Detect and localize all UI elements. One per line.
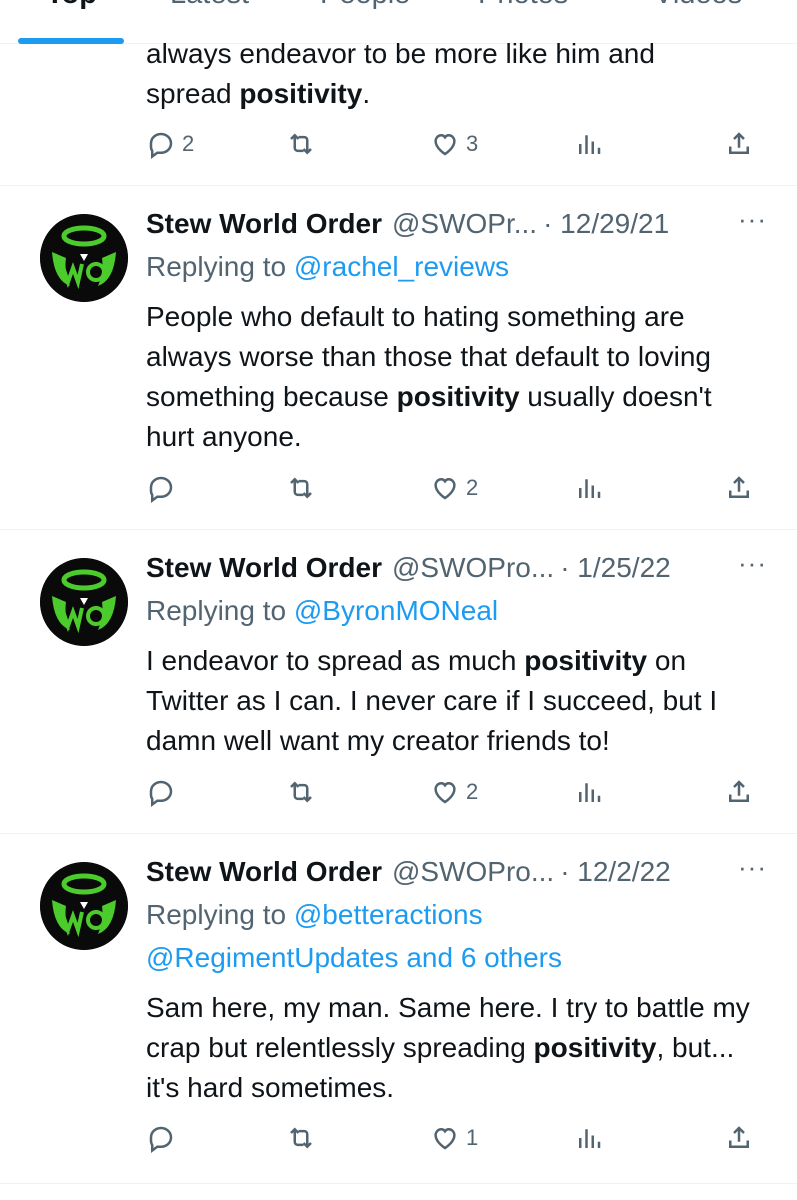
retweet-icon xyxy=(290,1127,312,1149)
retweet-button[interactable] xyxy=(286,1118,316,1158)
views-button[interactable] xyxy=(574,1118,604,1158)
reply-icon xyxy=(149,780,173,807)
swo-logo-icon xyxy=(40,214,128,302)
views-button[interactable] xyxy=(574,772,604,812)
retweet-button[interactable] xyxy=(286,124,316,164)
share-button[interactable] xyxy=(724,772,754,812)
more-options-button[interactable]: ··· xyxy=(738,204,767,235)
mention-link[interactable]: @rachel_reviews xyxy=(294,251,509,282)
tweet-actions: 2 3 xyxy=(146,124,758,164)
like-icon xyxy=(434,781,456,804)
replying-to: Replying to @ByronMONeal xyxy=(146,595,499,626)
share-icon xyxy=(729,780,749,802)
tab-videos[interactable]: Videos xyxy=(654,0,742,11)
mention-link-others[interactable]: @RegimentUpdates and 6 others xyxy=(146,942,562,973)
views-button[interactable] xyxy=(574,468,604,508)
retweet-icon xyxy=(290,133,312,155)
reply-button[interactable]: 2 xyxy=(146,124,194,164)
share-icon xyxy=(729,1126,749,1148)
display-name[interactable]: Stew World Order xyxy=(146,856,382,888)
retweet-icon xyxy=(290,781,312,803)
share-icon xyxy=(729,476,749,498)
views-button[interactable] xyxy=(574,124,604,164)
replying-to: Replying to @betteractions @RegimentUpda… xyxy=(146,899,562,973)
retweet-button[interactable] xyxy=(286,772,316,812)
display-name[interactable]: Stew World Order xyxy=(146,208,382,240)
avatar[interactable] xyxy=(40,862,128,950)
swo-logo-icon xyxy=(40,862,128,950)
share-button[interactable] xyxy=(724,124,754,164)
reply-button[interactable] xyxy=(146,468,182,508)
handle[interactable]: @SWOPro... xyxy=(392,552,554,584)
like-icon xyxy=(434,1127,456,1150)
share-icon xyxy=(729,132,749,154)
more-options-button[interactable]: ··· xyxy=(738,852,767,883)
tab-people[interactable]: People xyxy=(320,0,410,11)
like-button[interactable]: 2 xyxy=(430,468,478,508)
share-button[interactable] xyxy=(724,468,754,508)
avatar[interactable] xyxy=(40,558,128,646)
tweet-text: Sam here, my man. Same here. I try to ba… xyxy=(146,992,750,1103)
tweet-text: I endeavor to spread as much positivity … xyxy=(146,645,718,756)
reply-icon xyxy=(149,1126,173,1153)
mention-link[interactable]: @ByronMONeal xyxy=(294,595,498,626)
views-icon xyxy=(579,479,601,498)
tweet-date[interactable]: · 12/2/22 xyxy=(560,856,671,888)
like-button[interactable]: 1 xyxy=(430,1118,478,1158)
reply-button[interactable] xyxy=(146,772,182,812)
swo-logo-icon xyxy=(40,558,128,646)
reply-button[interactable] xyxy=(146,1118,182,1158)
tweet-text: People who default to hating something a… xyxy=(146,301,712,452)
like-button[interactable]: 2 xyxy=(430,772,478,812)
tweet-date[interactable]: · 12/29/21 xyxy=(543,208,669,240)
reply-icon xyxy=(149,132,173,159)
tweet-header: Stew World Order @SWOPr... · 12/29/21 ··… xyxy=(146,204,767,244)
like-icon xyxy=(434,133,456,156)
retweet-button[interactable] xyxy=(286,468,316,508)
avatar[interactable] xyxy=(40,214,128,302)
like-icon xyxy=(434,477,456,500)
more-options-button[interactable]: ··· xyxy=(738,548,767,579)
like-button[interactable]: 3 xyxy=(430,124,478,164)
tweet-header: Stew World Order @SWOPro... · 12/2/22 ··… xyxy=(146,852,767,892)
tweet[interactable]: Stew World Order @SWOPro... · 12/2/22 ··… xyxy=(0,834,797,1184)
tweet-text: always endeavor to be more like him and … xyxy=(146,38,655,109)
views-icon xyxy=(579,783,601,802)
tweet-actions: 2 xyxy=(146,468,758,508)
tweet-header: Stew World Order @SWOPro... · 1/25/22 ··… xyxy=(146,548,767,588)
mention-link[interactable]: @betteractions xyxy=(294,899,483,930)
retweet-icon xyxy=(290,477,312,499)
share-button[interactable] xyxy=(724,1118,754,1158)
handle[interactable]: @SWOPro... xyxy=(392,856,554,888)
tweet-date[interactable]: · 1/25/22 xyxy=(560,552,671,584)
tweet[interactable]: Stew World Order @SWOPro... · 1/25/22 ··… xyxy=(0,530,797,834)
display-name[interactable]: Stew World Order xyxy=(146,552,382,584)
tweet-actions: 1 xyxy=(146,1118,758,1158)
tweet-actions: 2 xyxy=(146,772,758,812)
tweet-partial[interactable]: always endeavor to be more like him and … xyxy=(0,38,797,186)
handle[interactable]: @SWOPr... xyxy=(392,208,537,240)
tab-top[interactable]: Top xyxy=(46,0,97,11)
tab-photos[interactable]: Photos xyxy=(478,0,568,11)
views-icon xyxy=(579,1129,601,1148)
replying-to: Replying to @rachel_reviews xyxy=(146,251,510,282)
reply-icon xyxy=(149,476,173,503)
tab-latest[interactable]: Latest xyxy=(170,0,249,11)
views-icon xyxy=(579,135,601,154)
tweet[interactable]: Stew World Order @SWOPr... · 12/29/21 ··… xyxy=(0,186,797,530)
